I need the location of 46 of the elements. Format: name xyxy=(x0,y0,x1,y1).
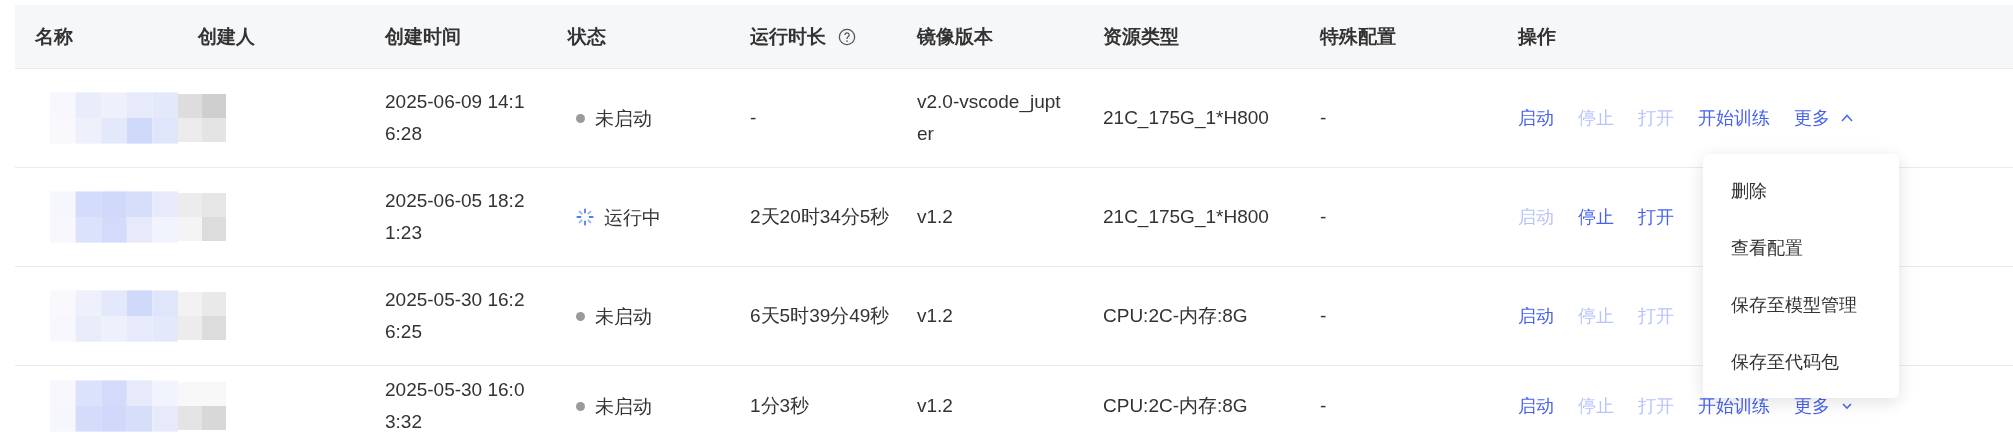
column-header: 状态 xyxy=(568,23,606,49)
menu-item[interactable]: 保存至代码包 xyxy=(1703,333,1899,390)
action-link[interactable]: 启动 xyxy=(1518,300,1554,332)
image-version: v1.2 xyxy=(917,205,954,229)
status-label: 运行中 xyxy=(604,205,661,230)
run-duration: 1分3秒 xyxy=(750,394,810,418)
created-time: 2025-06-05 18:21:23 xyxy=(385,189,526,245)
run-duration: 2天20时34分5秒 xyxy=(750,205,890,229)
column-header: 创建时间 xyxy=(385,23,461,49)
image-version: v1.2 xyxy=(917,394,954,418)
run-duration: - xyxy=(750,106,757,130)
more-link[interactable]: 更多 xyxy=(1794,390,1854,422)
action-link[interactable]: 启动 xyxy=(1518,390,1554,422)
action-link[interactable]: 启动 xyxy=(1518,102,1554,134)
resource-type: CPU:2C-内存:8G xyxy=(1103,394,1249,418)
special-config: - xyxy=(1320,304,1327,328)
status-label: 未启动 xyxy=(595,304,652,329)
column-header: 镜像版本 xyxy=(917,23,993,49)
special-config: - xyxy=(1320,205,1327,229)
resource-type: 21C_175G_1*H800 xyxy=(1103,106,1270,131)
image-version: v2.0-vscode_jupter xyxy=(917,90,1062,146)
action-link[interactable]: 打开 xyxy=(1638,201,1674,233)
action-link[interactable]: 开始训练 xyxy=(1698,102,1770,134)
menu-item[interactable]: 查看配置 xyxy=(1703,219,1899,276)
created-time: 2025-05-30 16:03:32 xyxy=(385,378,526,434)
status-label: 未启动 xyxy=(595,394,652,419)
created-time: 2025-05-30 16:26:25 xyxy=(385,288,526,344)
menu-item[interactable]: 删除 xyxy=(1703,162,1899,219)
column-header: 名称 xyxy=(35,23,73,49)
help-icon[interactable] xyxy=(838,27,856,46)
column-header: 操作 xyxy=(1518,23,1556,49)
run-duration: 6天5时39分49秒 xyxy=(750,304,890,328)
menu-item[interactable]: 保存至模型管理 xyxy=(1703,276,1899,333)
column-header: 运行时长 xyxy=(750,23,826,49)
column-header: 创建人 xyxy=(198,23,255,49)
created-time: 2025-06-09 14:16:28 xyxy=(385,90,526,146)
resource-type: 21C_175G_1*H800 xyxy=(1103,205,1270,230)
action-link[interactable]: 停止 xyxy=(1578,201,1614,233)
more-link[interactable]: 更多 xyxy=(1794,102,1854,134)
special-config: - xyxy=(1320,394,1327,418)
resource-type: CPU:2C-内存:8G xyxy=(1103,304,1249,328)
column-header: 资源类型 xyxy=(1103,23,1179,49)
column-header: 特殊配置 xyxy=(1320,23,1396,49)
image-version: v1.2 xyxy=(917,304,954,328)
special-config: - xyxy=(1320,106,1327,130)
status-label: 未启动 xyxy=(595,106,652,131)
